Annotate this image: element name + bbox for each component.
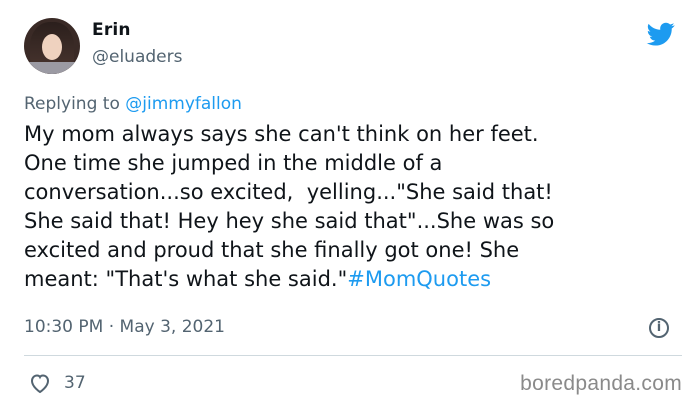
reply-mention-link[interactable]: @jimmyfallon	[125, 94, 242, 114]
user-handle[interactable]: @eluaders	[92, 47, 182, 67]
tweet-line-last: meant: "That's what she said."#MomQuotes	[24, 265, 684, 294]
hashtag-link[interactable]: #MomQuotes	[347, 267, 491, 291]
tweet-line: She said that! Hey hey she said that"...…	[24, 209, 555, 233]
tweet-line: One time she jumped in the middle of a	[24, 151, 443, 175]
replying-prefix: Replying to	[24, 94, 126, 114]
like-count: 37	[64, 373, 86, 393]
replying-to: Replying to @jimmyfallon	[24, 94, 242, 114]
avatar[interactable]	[24, 18, 80, 74]
tweet-timestamp[interactable]: 10:30 PM · May 3, 2021	[24, 317, 225, 337]
user-name[interactable]: Erin	[92, 20, 131, 40]
heart-icon	[30, 374, 50, 394]
tweet-line: conversation...so excited, yelling..."Sh…	[24, 180, 553, 204]
watermark: boredpanda.com	[520, 372, 682, 395]
tweet-text: My mom always says she can't think on he…	[24, 120, 684, 294]
info-icon[interactable]: i	[649, 318, 669, 338]
twitter-bird-icon[interactable]	[644, 20, 678, 48]
tweet-line: excited and proud that she finally got o…	[24, 238, 520, 262]
tweet-line-text: meant: "That's what she said."	[24, 267, 348, 291]
avatar-shirt	[24, 62, 80, 74]
avatar-face	[42, 34, 62, 60]
like-button[interactable]: 37	[28, 372, 86, 394]
tweet-line: My mom always says she can't think on he…	[24, 122, 539, 146]
divider	[24, 355, 682, 356]
